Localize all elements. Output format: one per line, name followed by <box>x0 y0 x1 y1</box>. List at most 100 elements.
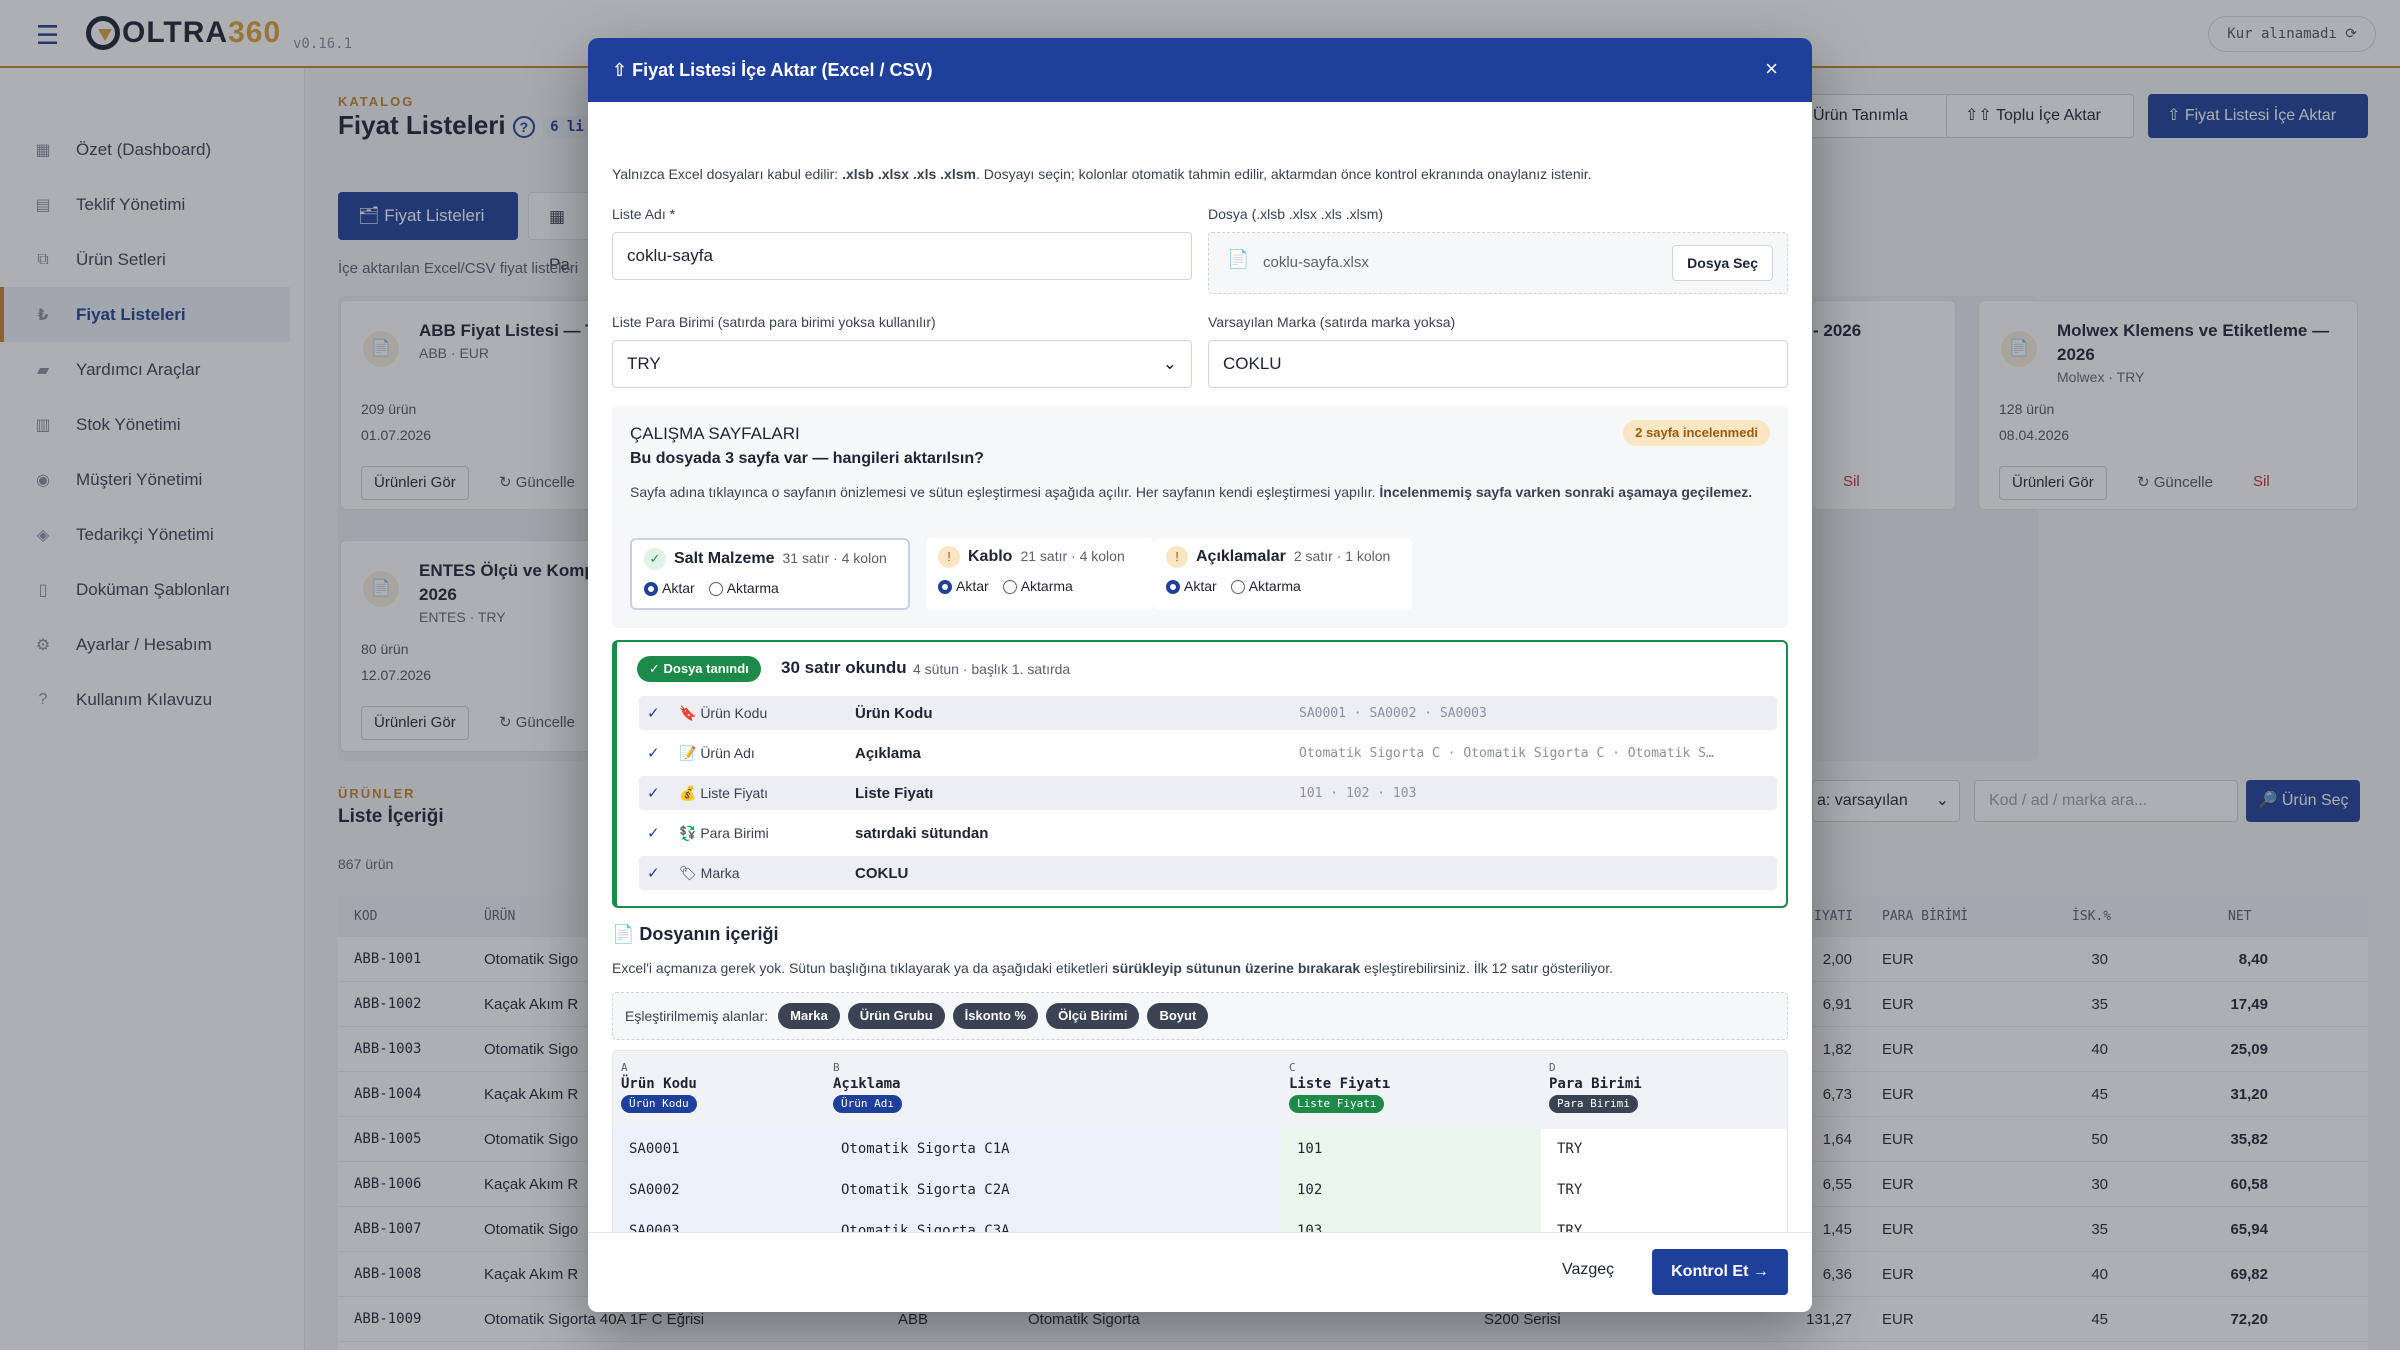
file-recognized-badge: ✓ Dosya tanındı <box>637 656 761 682</box>
unmapped-field-chip[interactable]: İskonto % <box>952 1003 1039 1029</box>
mapping-source: Liste Fiyatı <box>855 784 934 802</box>
modal-header: ⇧ Fiyat Listesi İçe Aktar (Excel / CSV) <box>588 38 1812 102</box>
chevron-down-icon: ⌄ <box>1162 354 1177 373</box>
mapping-sample: 101 · 102 · 103 <box>1299 785 1417 801</box>
import-modal: ⇧ Fiyat Listesi İçe Aktar (Excel / CSV) … <box>588 38 1812 1312</box>
radio-unselected-icon[interactable] <box>1230 580 1245 595</box>
column-letter: D <box>1549 1061 1556 1074</box>
radio-selected-icon[interactable] <box>938 580 952 595</box>
close-icon[interactable]: × <box>1765 56 1778 82</box>
check-icon: ✓ <box>647 745 660 762</box>
preview-cell: TRY <box>1541 1129 1787 1170</box>
mapping-row[interactable]: ✓ 📝 Ürün Adı Açıklama Otomatik Sigorta C · … <box>639 736 1777 770</box>
check-icon: ✓ <box>647 825 660 842</box>
preview-cell: 102 <box>1281 1170 1541 1211</box>
modal-intro: Yalnızca Excel dosyaları kabul edilir: .… <box>612 166 1592 182</box>
intro-formats: .xlsb .xlsx .xls .xlsm <box>842 166 976 182</box>
unmapped-field-chip[interactable]: Ölçü Birimi <box>1046 1003 1140 1029</box>
sheet-meta: 31 satır · 4 kolon <box>782 550 887 566</box>
file-dropzone[interactable]: 📄 coklu-sayfa.xlsx Dosya Seç <box>1208 232 1788 294</box>
radio-selected-icon[interactable] <box>644 582 658 597</box>
column-mapping-tag[interactable]: Para Birimi <box>1549 1095 1638 1113</box>
sheet-name: Salt Malzeme <box>674 550 775 567</box>
content-desc-bold: sürükleyip sütunun üzerine bırakarak <box>1111 960 1361 976</box>
radio-unselected-icon[interactable] <box>1002 580 1017 595</box>
radio-label-aktar[interactable]: Aktar <box>1184 578 1217 594</box>
mapping-field: 💱 Para Birimi <box>679 824 769 841</box>
preview-cell: SA0001 <box>613 1129 825 1170</box>
radio-label-aktarma[interactable]: Aktarma <box>1249 578 1301 594</box>
sheet-options: Aktar Aktarma <box>938 578 1142 595</box>
radio-selected-icon[interactable] <box>1166 580 1180 595</box>
warning-icon: ! <box>938 546 960 568</box>
column-mapping-tag[interactable]: Ürün Adı <box>833 1095 902 1113</box>
unmapped-label: Eşleştirilmemiş alanlar: <box>625 1007 769 1024</box>
modal-title: ⇧ Fiyat Listesi İçe Aktar (Excel / CSV) <box>612 59 933 80</box>
worksheets-question: Bu dosyada 3 sayfa var — hangileri aktar… <box>630 450 984 467</box>
list-name-input[interactable]: coklu-sayfa <box>612 232 1192 280</box>
mapping-row[interactable]: ✓ 💱 Para Birimi satırdaki sütundan <box>639 816 1777 850</box>
worksheets-heading: ÇALIŞMA SAYFALARI <box>630 424 800 443</box>
check-icon: ✓ <box>647 865 660 882</box>
check-icon: ✓ <box>644 548 666 570</box>
radio-label-aktar[interactable]: Aktar <box>956 578 989 594</box>
mapping-sample: SA0001 · SA0002 · SA0003 <box>1299 705 1487 721</box>
grid-column-header[interactable]: B Açıklama Ürün Adı <box>825 1051 1281 1129</box>
radio-label-aktarma[interactable]: Aktarma <box>1021 578 1073 594</box>
preview-row: SA0001 Otomatik Sigorta C1A 101 TRY <box>613 1129 1787 1170</box>
mapping-row[interactable]: ✓ 🏷 Marka COKLU <box>639 856 1777 890</box>
sheet-meta: 2 satır · 1 kolon <box>1293 548 1391 564</box>
sheet-options: Aktar Aktarma <box>1166 578 1400 595</box>
column-mapping-tag[interactable]: Liste Fiyatı <box>1289 1095 1385 1113</box>
column-name: Açıklama <box>833 1076 901 1092</box>
grid-column-header[interactable]: C Liste Fiyatı Liste Fiyatı <box>1281 1051 1541 1129</box>
detection-panel: ✓ Dosya tanındı 30 satır okundu 4 sütun … <box>612 640 1788 908</box>
column-name: Para Birimi <box>1549 1076 1642 1092</box>
sheet-list: ✓ Salt Malzeme 31 satır · 4 kolon Aktar Akta… <box>630 538 1770 612</box>
radio-unselected-icon[interactable] <box>708 582 723 597</box>
currency-value: TRY <box>627 354 661 373</box>
mapping-source: satırdaki sütundan <box>855 824 989 842</box>
sheet-meta: 21 satır · 4 kolon <box>1020 548 1125 564</box>
mapping-field: 💰 Liste Fiyatı <box>679 784 769 801</box>
preview-row: SA0002 Otomatik Sigorta C2A 102 TRY <box>613 1170 1787 1211</box>
sheet-item[interactable]: ! Kablo 21 satır · 4 kolon Aktar Aktarma <box>926 538 1154 610</box>
sheet-name: Açıklamalar <box>1196 548 1286 565</box>
file-name: coklu-sayfa.xlsx <box>1263 254 1369 271</box>
brand-label: Varsayılan Marka (satırda marka yoksa) <box>1208 314 1456 330</box>
unmapped-fields-bar: Eşleştirilmemiş alanlar: Marka Ürün Grubu İ… <box>612 992 1788 1040</box>
mapping-source: Açıklama <box>855 744 921 762</box>
unreviewed-badge: 2 sayfa incelenmedi <box>1623 420 1770 446</box>
worksheets-section: ÇALIŞMA SAYFALARI 2 sayfa incelenmedi Bu… <box>612 406 1788 628</box>
mapping-row[interactable]: ✓ 🔖 Ürün Kodu Ürün Kodu SA0001 · SA0002 · S… <box>639 696 1777 730</box>
mapping-row[interactable]: ✓ 💰 Liste Fiyatı Liste Fiyatı 101 · 102 · 1… <box>639 776 1777 810</box>
sheet-item[interactable]: ✓ Salt Malzeme 31 satır · 4 kolon Aktar Akta… <box>630 538 910 610</box>
preview-cell: 101 <box>1281 1129 1541 1170</box>
column-mapping-tag[interactable]: Ürün Kodu <box>621 1095 697 1113</box>
grid-column-header[interactable]: A Ürün Kodu Ürün Kodu <box>613 1051 825 1129</box>
grid-column-header[interactable]: D Para Birimi Para Birimi <box>1541 1051 1787 1129</box>
unmapped-field-chip[interactable]: Boyut <box>1147 1003 1209 1029</box>
sheet-item[interactable]: ! Açıklamalar 2 satır · 1 kolon Aktar Aktarm… <box>1154 538 1412 610</box>
check-button[interactable]: Kontrol Et → <box>1652 1249 1788 1295</box>
mapping-field: 📝 Ürün Adı <box>679 744 755 761</box>
cancel-button[interactable]: Vazgeç <box>1562 1261 1614 1279</box>
currency-label: Liste Para Birimi (satırda para birimi y… <box>612 314 936 330</box>
worksheets-description: Sayfa adına tıklayınca o sayfanın önizle… <box>630 482 1770 503</box>
preview-cell: Otomatik Sigorta C2A <box>825 1170 1281 1211</box>
radio-label-aktarma[interactable]: Aktarma <box>727 580 779 596</box>
unmapped-field-chip[interactable]: Marka <box>778 1003 840 1029</box>
brand-input[interactable]: COKLU <box>1208 340 1788 388</box>
sheet-name: Kablo <box>968 548 1013 565</box>
choose-file-button[interactable]: Dosya Seç <box>1672 245 1773 281</box>
unmapped-field-chip[interactable]: Ürün Grubu <box>847 1003 945 1029</box>
content-desc-text: Excel'i açmanıza gerek yok. Sütun başlığ… <box>612 960 1112 976</box>
preview-cell: TRY <box>1541 1170 1787 1211</box>
currency-select[interactable]: TRY ⌄ <box>612 340 1192 388</box>
check-icon: ✓ <box>647 785 660 802</box>
radio-label-aktar[interactable]: Aktar <box>662 580 695 596</box>
modal-body: Yalnızca Excel dosyaları kabul edilir: .… <box>612 102 1788 1268</box>
column-letter: A <box>621 1061 628 1074</box>
mapping-source: Ürün Kodu <box>855 704 933 722</box>
column-name: Liste Fiyatı <box>1289 1076 1391 1092</box>
